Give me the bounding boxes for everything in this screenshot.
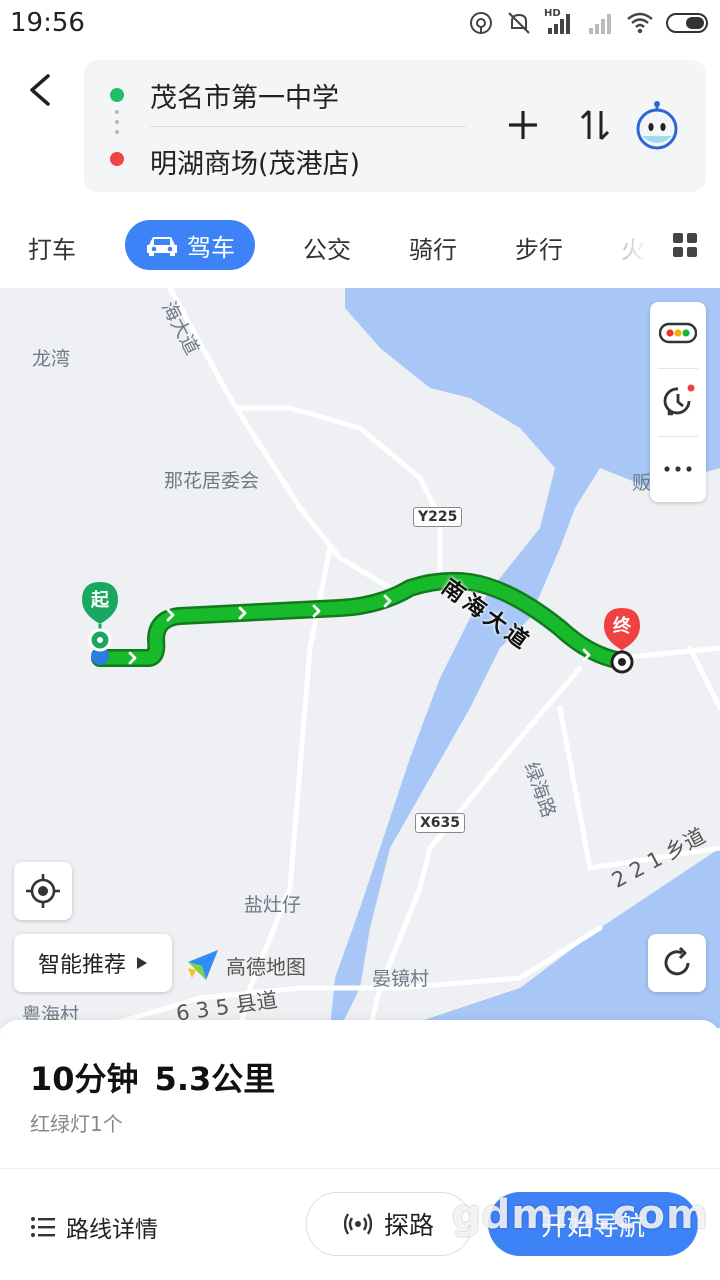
tab-taxi[interactable]: 打车 <box>28 230 76 265</box>
tab-walk[interactable]: 步行 <box>515 230 563 265</box>
map-side-panel <box>650 302 706 502</box>
amap-logo-icon <box>188 950 218 980</box>
amap-logo-text: 高德地图 <box>226 954 306 979</box>
panel-sep-1 <box>658 368 698 369</box>
panel-sep-2 <box>658 436 698 437</box>
more-modes-icon[interactable] <box>672 232 698 258</box>
list-icon <box>31 1217 55 1237</box>
plus-icon <box>509 111 537 139</box>
route-distance: 5.3公里 <box>154 1060 276 1098</box>
traffic-light-icon <box>659 322 697 344</box>
traffic-light-count: 红绿灯1个 <box>30 1112 123 1136</box>
end-marker-label: 终 <box>613 616 631 637</box>
map-label-longwan: 龙湾 <box>32 348 71 370</box>
start-marker[interactable]: 起 <box>78 580 122 652</box>
map-label-edge: 贩 <box>632 472 652 494</box>
broadcast-icon <box>343 1213 372 1235</box>
swap-button[interactable] <box>570 100 620 150</box>
route-history-button[interactable] <box>650 370 706 432</box>
refresh-icon <box>664 946 690 976</box>
route-card: 茂名市第一中学 明湖商场(茂港店) <box>84 60 706 192</box>
car-icon <box>147 237 177 256</box>
route-summary-sheet: 10分钟 5.3公里 红绿灯1个 路线详情 探路 开始导航 gdmm.com <box>0 1020 720 1280</box>
destination-field[interactable]: 明湖商场(茂港店) <box>150 142 360 181</box>
battery-icon <box>666 13 708 33</box>
end-marker[interactable]: 终 <box>600 606 644 678</box>
locate-icon <box>26 874 60 908</box>
explore-button[interactable]: 探路 <box>306 1192 472 1256</box>
route-detail-button[interactable]: 路线详情 <box>30 1210 158 1244</box>
tab-fade <box>620 222 650 272</box>
swap-icon <box>580 109 610 141</box>
amap-logo: 高德地图 <box>186 948 306 982</box>
add-waypoint-button[interactable] <box>498 100 548 150</box>
route-summary: 10分钟 5.3公里 <box>30 1054 291 1100</box>
locate-button[interactable] <box>14 862 72 920</box>
explore-label: 探路 <box>383 1211 434 1240</box>
more-dots-icon <box>664 466 692 472</box>
status-bar: 19:56 HD <box>0 0 720 48</box>
assistant-button[interactable] <box>632 100 682 150</box>
tab-drive[interactable]: 驾车 <box>125 220 255 270</box>
back-icon[interactable] <box>20 66 60 114</box>
route-connector <box>115 110 119 144</box>
mute-icon <box>508 12 530 34</box>
watermark-text: gdmm.com <box>452 1192 709 1238</box>
smart-recommend-button[interactable]: 智能推荐 <box>14 934 172 992</box>
time-route-icon <box>663 384 695 416</box>
tab-bus[interactable]: 公交 <box>303 230 351 265</box>
origin-field[interactable]: 茂名市第一中学 <box>150 76 339 115</box>
map-label-nahua: 那花居委会 <box>164 470 260 492</box>
assistant-robot-icon <box>636 101 678 150</box>
status-icons: HD <box>468 8 710 38</box>
start-marker-label: 起 <box>91 590 109 611</box>
tab-drive-label: 驾车 <box>187 233 235 262</box>
traffic-toggle[interactable] <box>650 302 706 364</box>
status-time: 19:56 <box>10 8 85 38</box>
road-badge-y225: Y225 <box>413 507 463 527</box>
destination-dot <box>110 152 124 166</box>
smart-recommend-label: 智能推荐 <box>37 953 126 978</box>
map-label-yanjing: 晏镜村 <box>372 968 430 990</box>
route-duration: 10分钟 <box>30 1060 139 1098</box>
sheet-divider <box>0 1168 720 1169</box>
card-divider <box>150 126 466 127</box>
route-detail-label: 路线详情 <box>66 1217 158 1243</box>
triangle-right-icon <box>137 957 147 969</box>
wifi-icon <box>627 12 653 34</box>
transport-tabs: 打车 驾车 公交 骑行 步行 火 <box>0 212 720 278</box>
tab-bike[interactable]: 骑行 <box>409 230 457 265</box>
map-more-button[interactable] <box>650 438 706 500</box>
origin-dot <box>110 88 124 102</box>
map-label-yanzaozai: 盐灶仔 <box>244 894 302 916</box>
road-badge-x635: X635 <box>415 813 466 833</box>
hotspot-icon <box>470 12 492 34</box>
refresh-button[interactable] <box>648 934 706 992</box>
map-view[interactable]: 龙湾 海大道 那花居委会 盐灶仔 晏镜村 粤海村 绿海路 2 2 1 乡道 6 … <box>0 288 720 1028</box>
hd-signal-icon: HD <box>544 8 574 36</box>
signal-empty-icon <box>589 14 611 34</box>
